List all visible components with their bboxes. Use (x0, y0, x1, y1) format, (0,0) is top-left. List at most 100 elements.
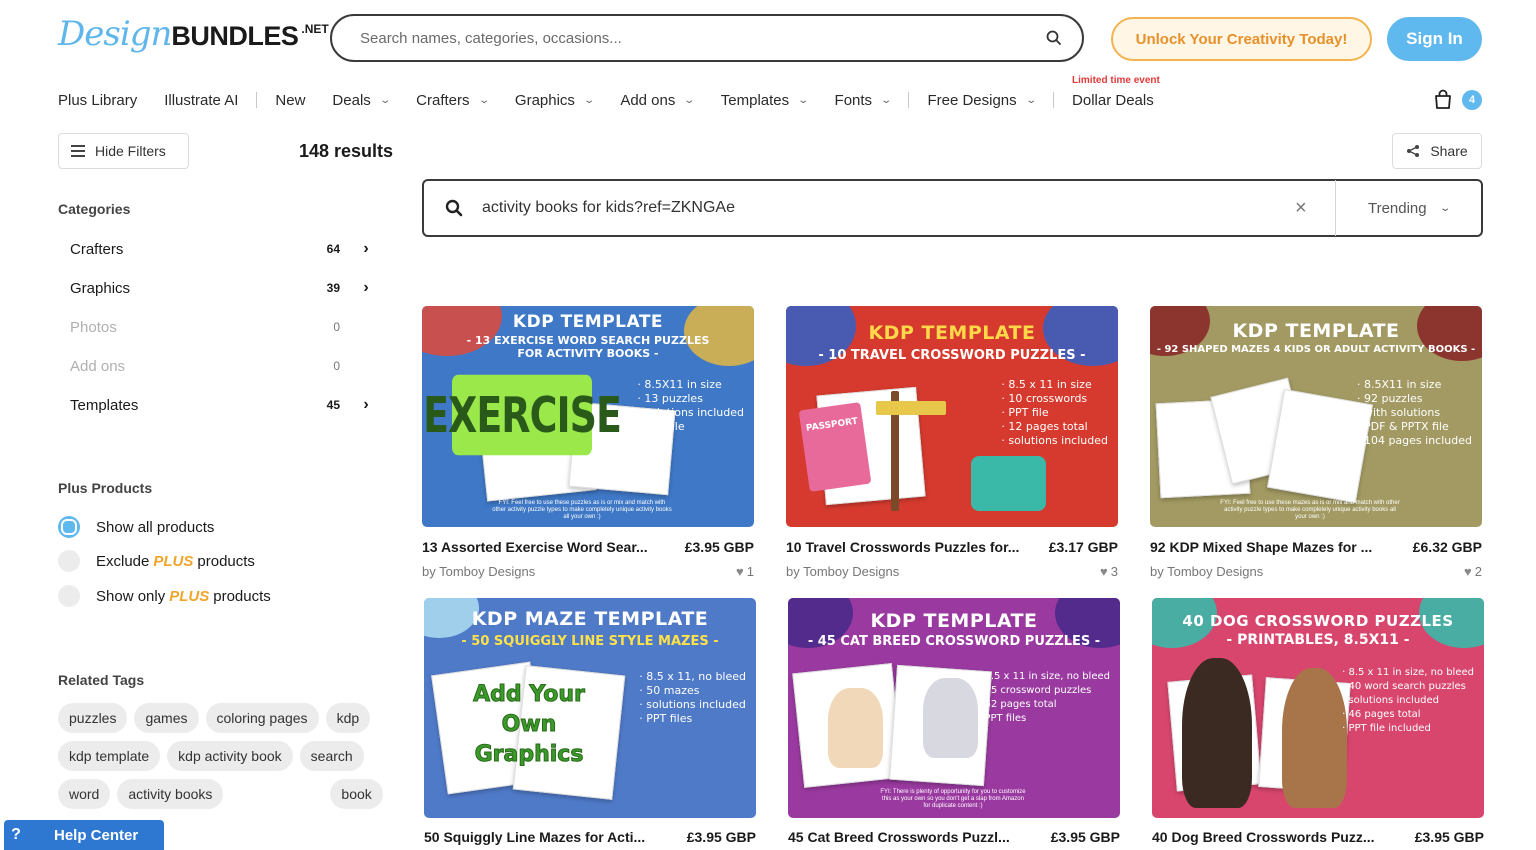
nav-new[interactable]: New (275, 92, 305, 109)
category-count: 64 (326, 242, 340, 256)
product-card[interactable]: KDP TEMPLATE - 10 TRAVEL CROSSWORD PUZZL… (786, 306, 1118, 579)
nav-crafters[interactable]: Crafters ⌄ (416, 92, 489, 109)
sort-dropdown[interactable]: Trending ⌄ (1336, 200, 1481, 217)
category-crafters[interactable]: Crafters 64 › (70, 237, 372, 261)
thumb-fyi: FYI: Feel free to use these puzzles as i… (492, 500, 672, 520)
product-card[interactable]: KDP TEMPLATE - 92 SHAPED MAZES 4 KIDS OR… (1150, 306, 1482, 579)
help-icon: ? (11, 826, 21, 843)
like-button[interactable]: ♥ 1 (736, 564, 754, 579)
plus-products-heading: Plus Products (58, 480, 153, 496)
tag-chip[interactable]: kdp (325, 703, 371, 733)
product-title[interactable]: 13 Assorted Exercise Word Sear... (422, 539, 667, 555)
tag-chip[interactable]: book (330, 779, 383, 809)
tag-chip[interactable]: kdp template (58, 741, 161, 771)
thumb-bullets: · 8.5 x 11 in size, no bleed · 40 word s… (1342, 667, 1474, 734)
chevron-down-icon: ⌄ (1438, 202, 1451, 214)
like-button[interactable]: ♥ 2 (1464, 564, 1482, 579)
like-button[interactable]: ♥ 3 (1100, 564, 1118, 579)
nav-label: Templates (720, 91, 790, 109)
chevron-right-icon: › (363, 240, 369, 257)
top-search-input[interactable]: Search names, categories, occasions... (360, 30, 1044, 47)
heart-icon: ♥ (736, 564, 744, 579)
share-icon (1406, 144, 1420, 158)
product-title[interactable]: 50 Squiggly Line Mazes for Acti... (424, 829, 669, 845)
filter-icon (71, 145, 85, 157)
thumb-subheading: - 45 CAT BREED CROSSWORD PUZZLES - (807, 634, 1101, 649)
categories-heading: Categories (58, 201, 131, 217)
search-icon[interactable] (1044, 28, 1064, 48)
nav-label: Fonts (834, 91, 873, 109)
help-center-button[interactable]: ? Help Center (4, 820, 164, 850)
tag-chip[interactable]: games (134, 703, 199, 733)
tag-chip[interactable]: activity books (117, 779, 224, 809)
product-card[interactable]: 40 DOG CROSSWORD PUZZLES - PRINTABLES, 8… (1152, 598, 1484, 845)
radio-exclude-plus[interactable]: Exclude PLUS products (58, 550, 255, 572)
nav-graphics[interactable]: Graphics ⌄ (515, 92, 595, 109)
product-title[interactable]: 45 Cat Breed Crosswords Puzzl... (788, 829, 1033, 845)
product-title[interactable]: 92 KDP Mixed Shape Mazes for ... (1150, 539, 1395, 555)
product-card[interactable]: KDP TEMPLATE - 45 CAT BREED CROSSWORD PU… (788, 598, 1120, 845)
nav-deals[interactable]: Deals ⌄ (332, 91, 390, 109)
site-logo[interactable]: Design BUNDLES .NET (58, 14, 329, 62)
category-graphics[interactable]: Graphics 39 › (70, 276, 372, 300)
product-author[interactable]: by Tomboy Designs (786, 564, 899, 579)
nav-free-designs[interactable]: Free Designs ⌄ (927, 91, 1036, 109)
product-card[interactable]: KDP TEMPLATE - 13 EXERCISE WORD SEARCH P… (422, 306, 754, 579)
results-count: 148 results (299, 141, 394, 161)
tag-chip[interactable]: word (58, 779, 111, 809)
nav-add-ons[interactable]: Add ons ⌄ (620, 92, 695, 109)
tag-chip[interactable]: kdp activity book (167, 741, 293, 771)
clear-icon[interactable]: × (1295, 197, 1315, 220)
product-title[interactable]: 10 Travel Crosswords Puzzles for... (786, 539, 1031, 555)
radio-label: Show all products (96, 518, 215, 536)
cart-icon[interactable] (1432, 88, 1454, 110)
chevron-down-icon: ⌄ (797, 94, 810, 106)
nav-templates[interactable]: Templates ⌄ (720, 91, 810, 109)
category-label: Graphics (70, 279, 131, 297)
nav-label: Free Designs (927, 91, 1017, 109)
product-thumbnail[interactable]: KDP TEMPLATE - 92 SHAPED MAZES 4 KIDS OR… (1150, 306, 1482, 527)
tag-chip[interactable]: search (299, 741, 364, 771)
share-label: Share (1430, 143, 1468, 159)
thumb-subheading: - 92 SHAPED MAZES 4 KIDS OR ADULT ACTIVI… (1156, 344, 1476, 355)
product-thumbnail[interactable]: 40 DOG CROSSWORD PUZZLES - PRINTABLES, 8… (1152, 598, 1484, 818)
results-search-input[interactable]: activity books for kids?ref=ZKNGAe (482, 199, 1295, 217)
nav-label: Deals (332, 91, 371, 109)
radio-show-all-products[interactable]: Show all products (58, 516, 214, 538)
thumb-subheading: - 50 SQUIGGLY LINE STYLE MAZES - (461, 634, 719, 649)
nav-fonts[interactable]: Fonts ⌄ (834, 91, 893, 109)
nav-divider (908, 92, 910, 108)
category-templates[interactable]: Templates 45 › (70, 393, 372, 417)
nav-dollar-deals[interactable]: Limited time event Dollar Deals (1072, 75, 1160, 109)
related-tags-heading: Related Tags (58, 672, 145, 688)
product-author[interactable]: by Tomboy Designs (422, 564, 535, 579)
hide-filters-button[interactable]: Hide Filters (58, 133, 189, 169)
product-author[interactable]: by Tomboy Designs (1150, 564, 1263, 579)
share-button[interactable]: Share (1392, 133, 1482, 169)
nav-label: Dollar Deals (1072, 91, 1154, 109)
dog-illustration (1282, 668, 1347, 808)
product-card[interactable]: KDP MAZE TEMPLATE - 50 SQUIGGLY LINE STY… (424, 598, 756, 845)
product-thumbnail[interactable]: KDP TEMPLATE - 45 CAT BREED CROSSWORD PU… (788, 598, 1120, 818)
product-thumbnail[interactable]: KDP MAZE TEMPLATE - 50 SQUIGGLY LINE STY… (424, 598, 756, 818)
category-count: 39 (326, 281, 340, 295)
unlock-creativity-button[interactable]: Unlock Your Creativity Today! (1111, 17, 1372, 61)
tag-chip[interactable]: coloring pages (205, 703, 319, 733)
nav-illustrate-ai[interactable]: Illustrate AI (164, 92, 238, 109)
thumb-bullets: · 8.5 x 11 in size, no bleed · 45 crossw… (978, 671, 1110, 724)
results-search-bar[interactable]: activity books for kids?ref=ZKNGAe × Tre… (422, 179, 1483, 237)
radio-unselected-icon (58, 550, 80, 572)
product-thumbnail[interactable]: KDP TEMPLATE - 13 EXERCISE WORD SEARCH P… (422, 306, 754, 527)
tag-chip[interactable]: puzzles (58, 703, 128, 733)
product-title[interactable]: 40 Dog Breed Crosswords Puzz... (1152, 829, 1397, 845)
top-search-bar[interactable]: Search names, categories, occasions... (330, 14, 1084, 62)
sign-in-button[interactable]: Sign In (1387, 17, 1482, 61)
thumb-big-text: EXERCISE (423, 374, 622, 456)
product-thumbnail[interactable]: KDP TEMPLATE - 10 TRAVEL CROSSWORD PUZZL… (786, 306, 1118, 527)
product-price: £3.95 GBP (686, 829, 756, 845)
thumb-heading: KDP TEMPLATE (1232, 320, 1400, 342)
radio-show-only-plus[interactable]: Show only PLUS products (58, 585, 271, 607)
main-nav: Plus Library Illustrate AI New Deals ⌄ Cr… (58, 75, 1181, 112)
plus-logo-icon: PLUS (169, 587, 210, 605)
nav-plus-library[interactable]: Plus Library (58, 92, 137, 109)
